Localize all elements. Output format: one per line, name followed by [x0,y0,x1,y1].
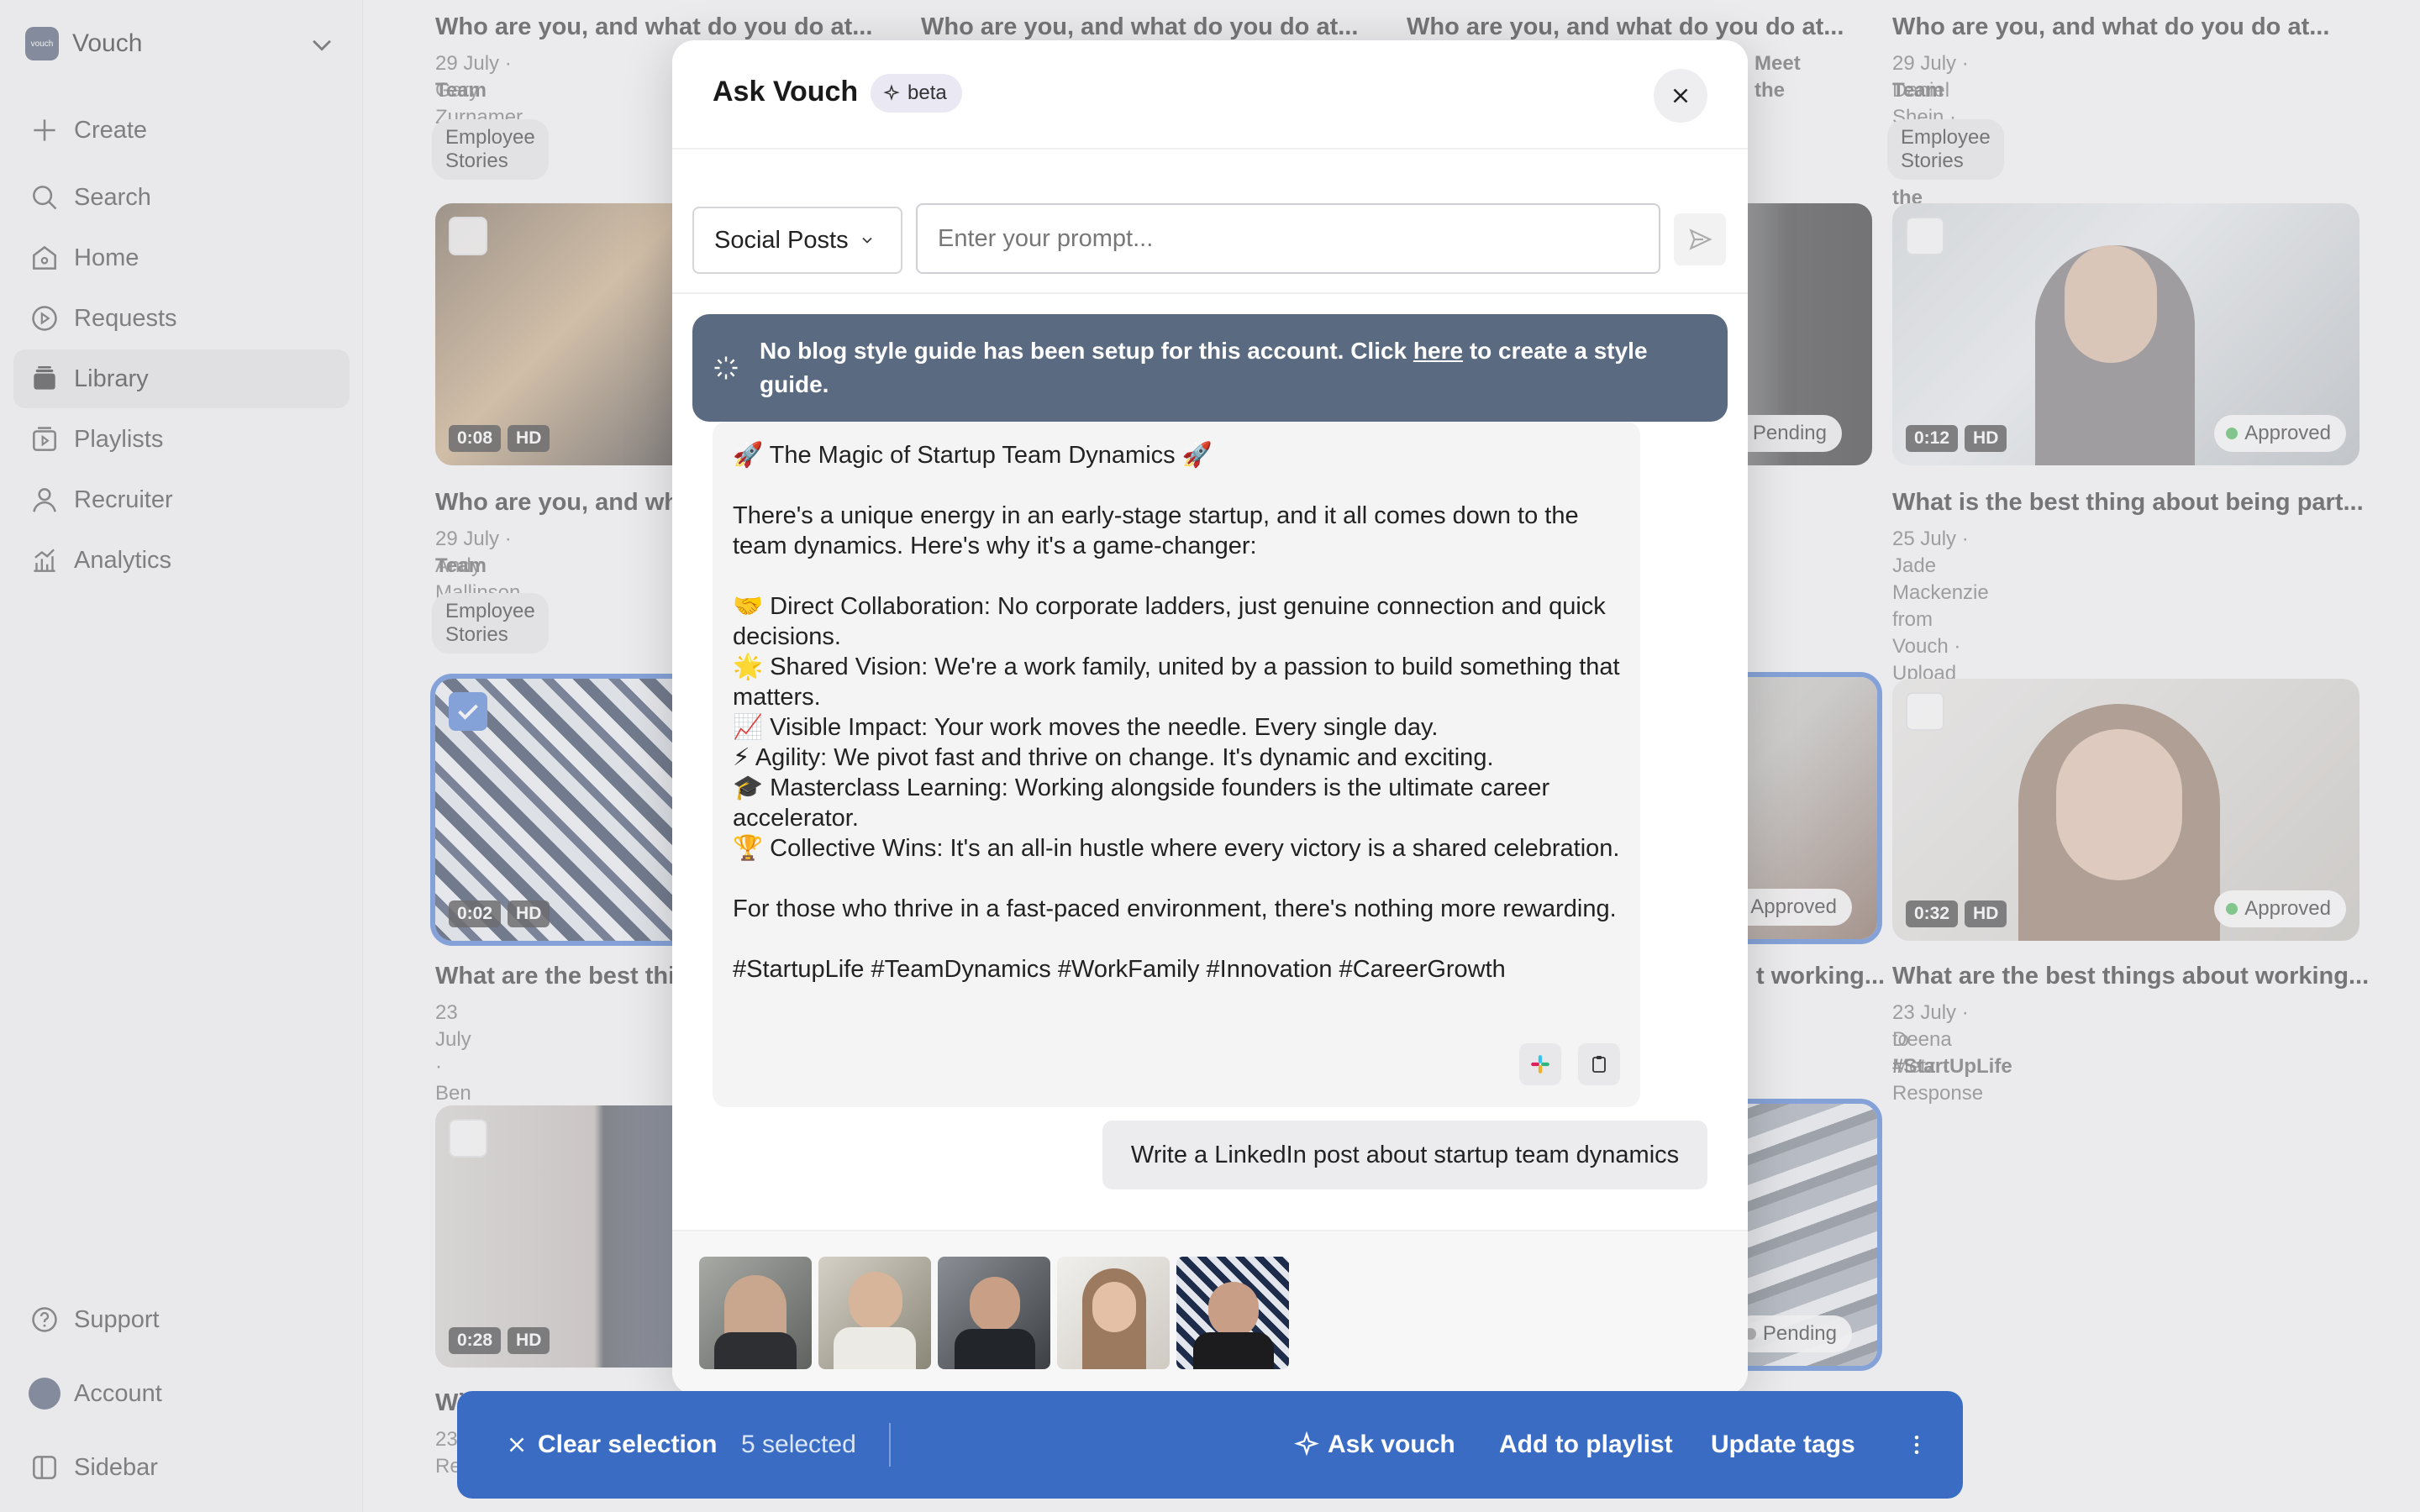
more-options-button[interactable] [1904,1391,1929,1499]
close-button[interactable] [1654,69,1707,123]
more-vertical-icon [1914,1436,1919,1454]
update-tags-button[interactable]: Update tags [1711,1391,1855,1499]
loader-icon [714,356,738,380]
send-button[interactable] [1674,213,1726,265]
video-thumbnail[interactable] [1057,1257,1170,1369]
video-thumbnail[interactable] [699,1257,812,1369]
divider [889,1423,891,1467]
ask-vouch-button[interactable]: Ask vouch [1292,1391,1455,1499]
clear-selection-button[interactable]: Clear selection [504,1391,717,1499]
video-thumbnail[interactable] [818,1257,931,1369]
send-icon [1689,228,1712,250]
style-guide-notice: No blog style guide has been setup for t… [692,314,1728,422]
copy-button[interactable] [1578,1043,1620,1085]
selected-videos-strip [672,1230,1748,1394]
sparkle-icon [1294,1431,1319,1457]
add-to-playlist-button[interactable]: Add to playlist [1499,1391,1673,1499]
create-style-guide-link[interactable]: here [1413,338,1463,364]
beta-badge: beta [871,74,962,113]
user-message: Write a LinkedIn post about startup team… [1102,1121,1707,1189]
close-icon [1673,88,1688,103]
ai-response: 🚀 The Magic of Startup Team Dynamics 🚀 T… [713,422,1640,1107]
chevron-down-icon [861,237,872,244]
slack-icon [1531,1055,1549,1074]
prompt-bar: Social Posts [672,151,1748,294]
dialog-title: Ask Vouch [713,76,859,108]
share-slack-button[interactable] [1519,1043,1561,1085]
selection-action-bar: Clear selection 5 selected Ask vouch Add… [457,1391,1963,1499]
ask-vouch-dialog: Ask Vouch beta Social Posts No blog styl… [672,40,1748,1394]
video-thumbnail[interactable] [938,1257,1050,1369]
clipboard-icon [1592,1056,1606,1073]
close-icon [509,1437,524,1452]
content-type-select[interactable]: Social Posts [692,207,902,274]
prompt-input[interactable] [916,203,1660,274]
response-text: 🚀 The Magic of Startup Team Dynamics 🚀 T… [733,442,1620,983]
dialog-header: Ask Vouch beta [672,40,1748,150]
sparkle-icon [883,84,900,101]
video-thumbnail[interactable] [1176,1257,1289,1369]
notice-text: No blog style guide has been setup for t… [760,338,1648,397]
selection-count: 5 selected [741,1431,856,1458]
